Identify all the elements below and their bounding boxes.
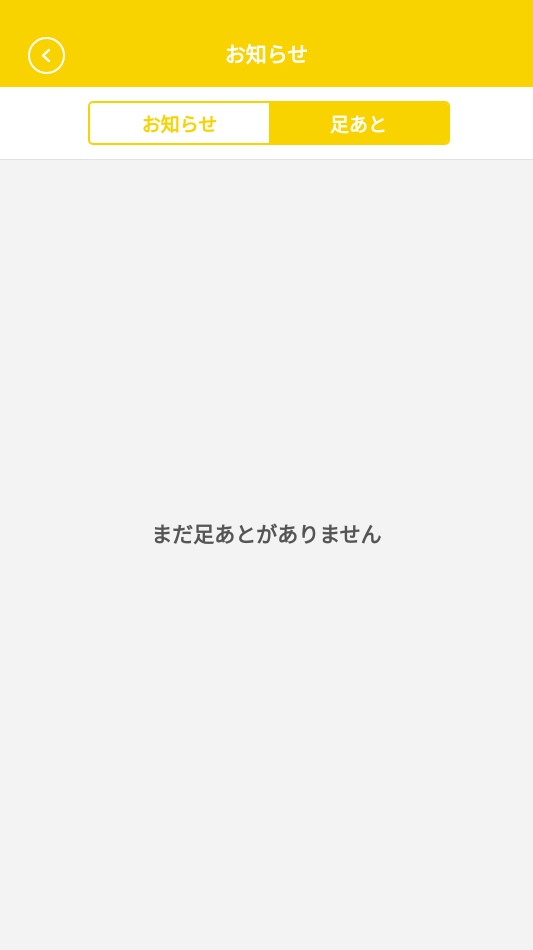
tab-bar: お知らせ 足あと: [0, 87, 533, 160]
page-title: お知らせ: [224, 43, 309, 67]
empty-state-message: まだ足あとがありません: [151, 523, 382, 547]
app-header: お知らせ: [0, 0, 533, 87]
segmented-control: お知らせ 足あと: [88, 101, 450, 145]
tab-footprints[interactable]: 足あと: [269, 103, 448, 143]
main-content: まだ足あとがありません: [0, 160, 533, 950]
tab-notifications[interactable]: お知らせ: [90, 103, 269, 143]
